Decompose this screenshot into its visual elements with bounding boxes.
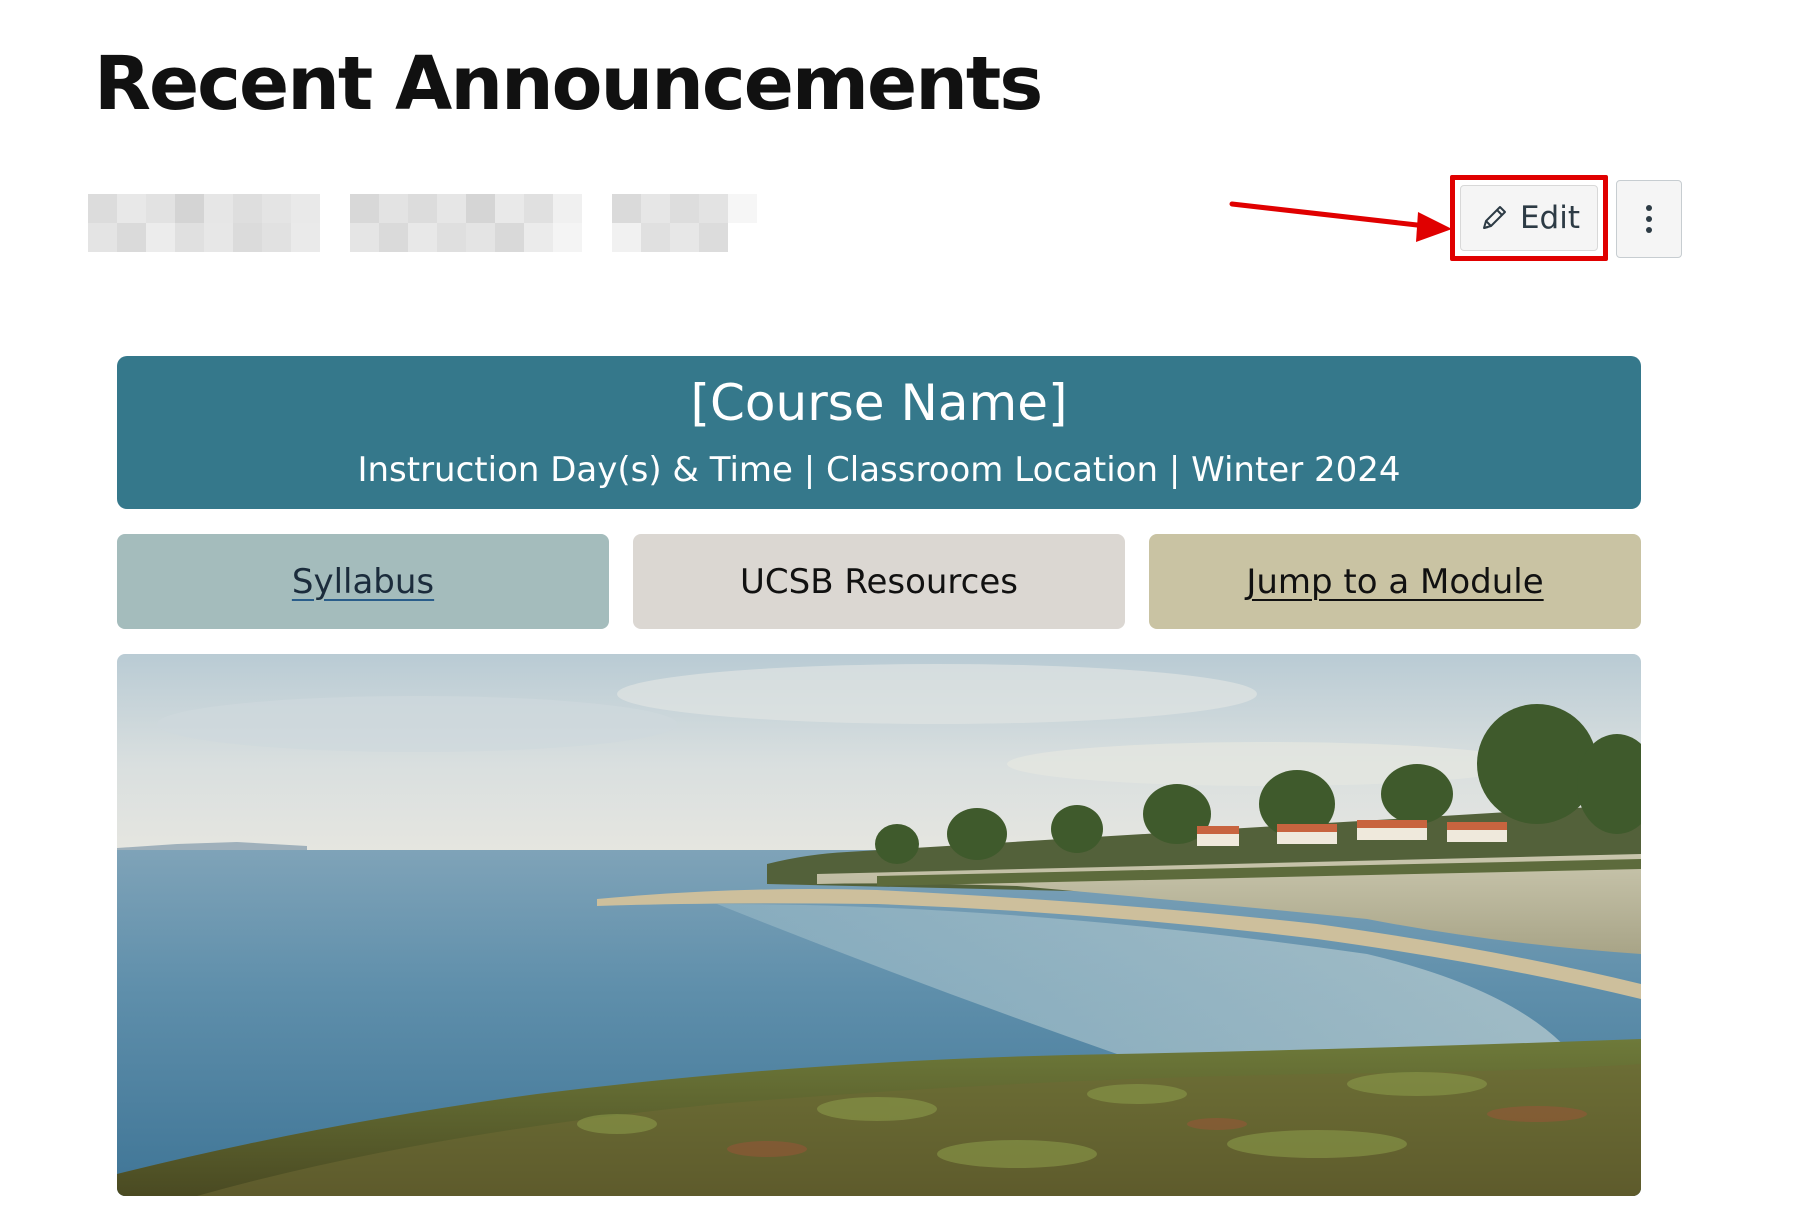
redacted-block — [88, 194, 320, 252]
annotation-arrow — [1229, 201, 1452, 242]
ucsb-resources-tile[interactable]: UCSB Resources — [633, 534, 1125, 629]
hero-image — [117, 654, 1641, 1196]
announcements-page: Recent Announcements Edit [Course Name] … — [0, 0, 1806, 1208]
course-name: [Course Name] — [690, 374, 1068, 432]
page-title: Recent Announcements — [94, 41, 1043, 127]
ucsb-resources-label: UCSB Resources — [740, 561, 1018, 602]
kebab-menu-icon — [1646, 205, 1652, 233]
course-details: Instruction Day(s) & Time | Classroom Lo… — [357, 450, 1401, 490]
redacted-block — [612, 194, 757, 252]
pencil-icon — [1482, 206, 1506, 229]
course-banner: [Course Name] Instruction Day(s) & Time … — [117, 356, 1641, 509]
syllabus-link[interactable]: Syllabus — [292, 562, 434, 602]
jump-to-module-tile[interactable]: Jump to a Module — [1149, 534, 1641, 629]
edit-button[interactable]: Edit — [1460, 185, 1598, 251]
redacted-author-info — [88, 194, 792, 252]
redacted-block — [350, 194, 582, 252]
edit-button-label: Edit — [1519, 200, 1581, 236]
syllabus-tile[interactable]: Syllabus — [117, 534, 609, 629]
jump-to-module-link[interactable]: Jump to a Module — [1246, 562, 1543, 602]
more-options-button[interactable] — [1616, 180, 1682, 258]
